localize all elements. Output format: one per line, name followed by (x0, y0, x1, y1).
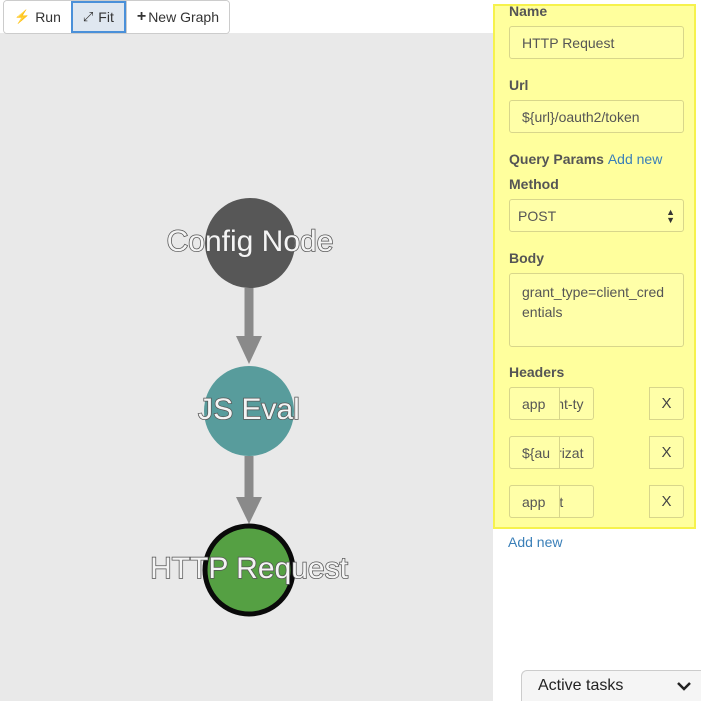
method-select[interactable]: POST ▲ ▼ (509, 199, 684, 232)
select-arrows-icon: ▲ ▼ (666, 206, 675, 225)
node-properties-panel: Name HTTP Request Url ${url}/oauth2/toke… (493, 3, 696, 529)
url-input[interactable]: ${url}/oauth2/token (509, 100, 684, 133)
node-config[interactable]: Config Node (166, 198, 334, 288)
body-textarea[interactable]: grant_type=client_credentials (509, 273, 684, 347)
new-graph-button-label: New Graph (148, 9, 219, 25)
header-value-input[interactable]: ${au (509, 436, 560, 469)
lightning-icon: ⚡ (14, 9, 31, 24)
remove-header-button[interactable]: X (649, 387, 684, 420)
header-row: content-ty app X (509, 387, 684, 420)
body-label: Body (509, 250, 544, 266)
method-select-value: POST (518, 207, 557, 224)
header-value-input[interactable]: app (509, 387, 560, 420)
active-tasks-toggle[interactable]: Active tasks (521, 670, 701, 701)
graph-canvas[interactable]: Config Node JS Eval HTTP Request (0, 33, 493, 701)
fit-button[interactable]: ⤢ Fit (70, 1, 126, 33)
url-label: Url (509, 77, 529, 93)
chevron-down-icon (677, 682, 691, 691)
headers-label: Headers (509, 364, 565, 380)
name-label: Name (509, 3, 548, 19)
query-params-label: Query Params (509, 151, 604, 167)
active-tasks-label: Active tasks (538, 677, 624, 694)
node-http-request[interactable]: HTTP Request (149, 523, 349, 617)
run-button[interactable]: ⚡ Run (4, 1, 71, 33)
node-js-eval-label: JS Eval (198, 393, 300, 426)
node-http-request-label: HTTP Request (150, 552, 349, 585)
query-params-row: Query Params Add new (509, 151, 662, 167)
query-params-add-link[interactable]: Add new (608, 151, 662, 167)
name-input[interactable]: HTTP Request (509, 26, 684, 59)
expand-icon: ⤢ (82, 9, 94, 24)
graph-svg[interactable]: Config Node JS Eval HTTP Request (0, 33, 493, 701)
header-row: accept app X (509, 485, 684, 518)
header-value-input[interactable]: app (509, 485, 560, 518)
graph-toolbar: ⚡ Run ⤢ Fit + New Graph (3, 0, 230, 34)
node-js-eval[interactable]: JS Eval (197, 366, 301, 456)
node-config-label: Config Node (167, 225, 334, 258)
plus-icon: + (136, 8, 147, 25)
run-button-label: Run (35, 9, 61, 25)
method-label: Method (509, 176, 559, 192)
fit-button-label: Fit (98, 9, 114, 25)
new-graph-button[interactable]: + New Graph (125, 1, 229, 33)
edge-jseval-to-http-arrowhead (236, 497, 262, 524)
headers-add-link[interactable]: Add new (508, 534, 562, 550)
header-row: authorizat ${au X (509, 436, 684, 469)
edge-config-to-jseval-arrowhead (236, 336, 262, 364)
remove-header-button[interactable]: X (649, 436, 684, 469)
remove-header-button[interactable]: X (649, 485, 684, 518)
